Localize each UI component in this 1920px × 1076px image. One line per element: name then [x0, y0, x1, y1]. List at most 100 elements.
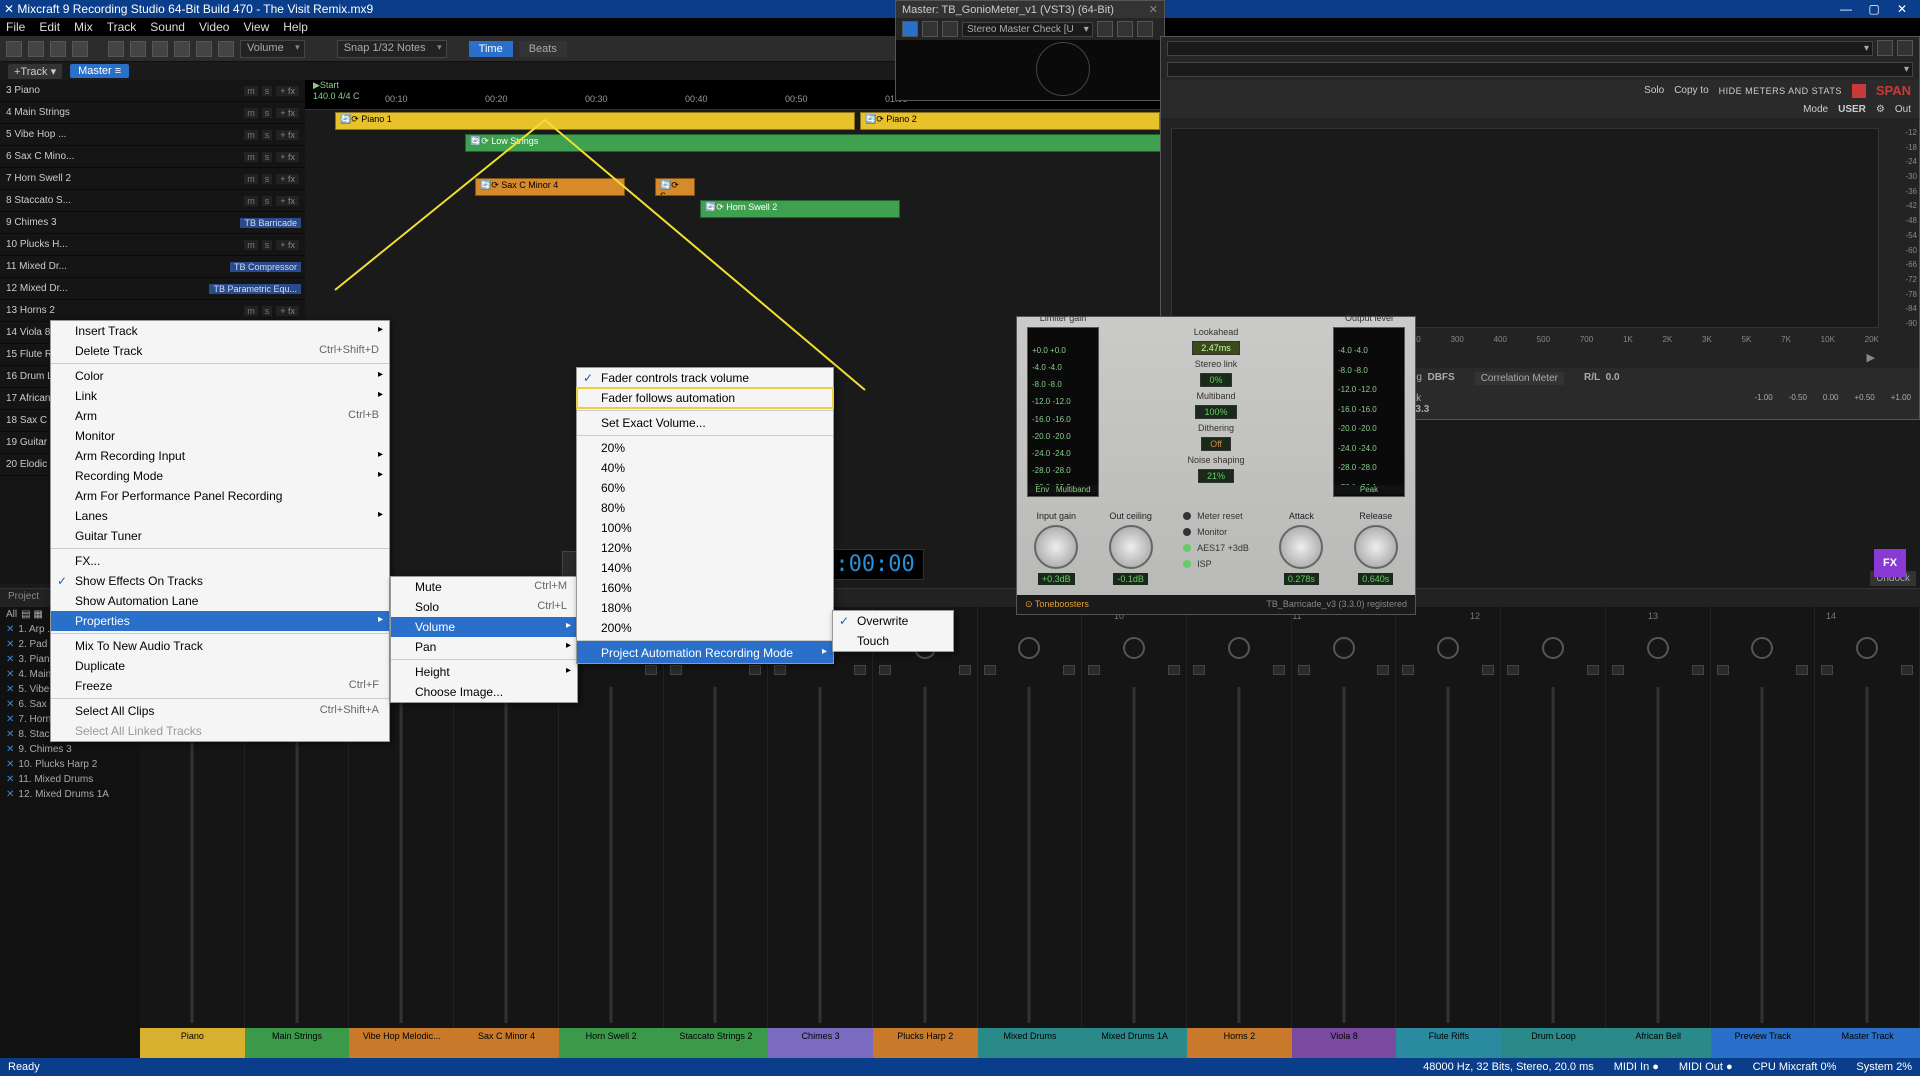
volume-fader[interactable] [504, 687, 507, 1023]
fx-slot[interactable]: + fx [276, 240, 299, 250]
menu-item[interactable]: Delete TrackCtrl+Shift+D [51, 341, 389, 361]
menu-item[interactable]: Color [51, 363, 389, 386]
strip-btn-r[interactable] [645, 665, 657, 675]
knob-dial[interactable] [1034, 525, 1078, 569]
menu-view[interactable]: View [243, 20, 269, 34]
strip-btn-l[interactable] [1507, 665, 1519, 675]
track-row[interactable]: 9 Chimes 3 m s + fxTB Barricade [0, 212, 305, 234]
mute-button[interactable]: m [244, 240, 258, 250]
link-icon[interactable] [218, 41, 234, 57]
strip-btn-l[interactable] [1821, 665, 1833, 675]
solo-button[interactable]: s [262, 130, 273, 140]
span-hide[interactable]: HIDE METERS AND STATS [1719, 86, 1842, 96]
new-icon[interactable] [6, 41, 22, 57]
menu-help[interactable]: Help [283, 20, 308, 34]
track-row[interactable]: 11 Mixed Dr... m s + fxTB Compressor [0, 256, 305, 278]
strip-label[interactable]: Mixed Drums 1A [1082, 1028, 1187, 1058]
close-icon[interactable]: ✕ [6, 684, 14, 695]
preset-b-icon[interactable] [1117, 21, 1133, 37]
menu-item[interactable]: Pan [391, 637, 577, 657]
strip-label[interactable]: Mixed Drums [978, 1028, 1083, 1058]
barricade-plugin-window[interactable]: Limiter gain +0.0 +0.0-4.0 -4.0-8.0 -8.0… [1016, 316, 1416, 615]
strip-btn-r[interactable] [1168, 665, 1180, 675]
led-icon[interactable] [1183, 512, 1191, 520]
menu-item[interactable]: Duplicate [51, 656, 389, 676]
menu-item[interactable]: 20% [577, 435, 833, 458]
strip-btn-l[interactable] [1402, 665, 1414, 675]
menu-item[interactable]: MuteCtrl+M [391, 577, 577, 597]
fx-slot[interactable]: + fx [276, 196, 299, 206]
strip-btn-r[interactable] [1796, 665, 1808, 675]
close-icon[interactable]: ✕ [6, 654, 14, 665]
strip-label[interactable]: African Bell [1606, 1028, 1711, 1058]
audio-clip[interactable]: 🔄⟳ Piano 2 [860, 112, 1160, 130]
volume-fader[interactable] [714, 687, 717, 1023]
fx-slot[interactable]: + fx [276, 152, 299, 162]
menu-item[interactable]: Fader follows automation [577, 388, 833, 408]
volume-fader[interactable] [1761, 687, 1764, 1023]
add-track-button[interactable]: +Track ▾ [8, 64, 62, 79]
mixer-list-item[interactable]: ✕12. Mixed Drums 1A [0, 787, 140, 802]
multiband-value[interactable]: 100% [1195, 405, 1236, 419]
strip-label[interactable]: Piano [140, 1028, 245, 1058]
menu-item[interactable]: Arm Recording Input [51, 446, 389, 466]
fx-slot[interactable]: + fx [276, 306, 299, 316]
redo-icon[interactable] [130, 41, 146, 57]
track-row[interactable]: 3 Piano m s + fx [0, 80, 305, 102]
next-preset-icon[interactable] [942, 21, 958, 37]
tab-beats[interactable]: Beats [519, 41, 567, 57]
menu-item[interactable]: Properties [51, 611, 389, 631]
menu-item[interactable]: Height [391, 659, 577, 682]
strip-btn-l[interactable] [879, 665, 891, 675]
led-icon[interactable] [1183, 560, 1191, 568]
save-icon[interactable] [50, 41, 66, 57]
menu-item[interactable]: Overwrite [833, 611, 953, 631]
menu-mix[interactable]: Mix [74, 20, 93, 34]
strip-label[interactable]: Plucks Harp 2 [873, 1028, 978, 1058]
menu-item[interactable]: Recording Mode [51, 466, 389, 486]
menu-item[interactable]: 100% [577, 518, 833, 538]
prev-preset-icon[interactable] [922, 21, 938, 37]
dithering-value[interactable]: Off [1201, 437, 1231, 451]
plugin-chip[interactable]: TB Compressor [230, 262, 301, 272]
menu-item[interactable]: ArmCtrl+B [51, 406, 389, 426]
fx-slot[interactable]: + fx [276, 108, 299, 118]
tab-time[interactable]: Time [469, 41, 513, 57]
volume-fader[interactable] [1237, 687, 1240, 1023]
pan-knob[interactable] [1123, 637, 1145, 659]
mute-button[interactable]: m [244, 174, 258, 184]
preset-save-icon[interactable] [1137, 21, 1153, 37]
save-as-icon[interactable] [72, 41, 88, 57]
pan-knob[interactable] [1437, 637, 1459, 659]
preset-a-icon[interactable] [1097, 21, 1113, 37]
audio-clip[interactable]: 🔄⟳ Horn Swell 2 [700, 200, 900, 218]
menu-sound[interactable]: Sound [150, 20, 185, 34]
mute-button[interactable]: m [244, 108, 258, 118]
close-icon[interactable]: ✕ [6, 759, 14, 770]
span-copy[interactable]: Copy to [1674, 85, 1708, 96]
strip-btn-r[interactable] [854, 665, 866, 675]
volume-fader[interactable] [819, 687, 822, 1023]
cut-icon[interactable] [152, 41, 168, 57]
strip-label[interactable]: Sax C Minor 4 [454, 1028, 559, 1058]
menu-item[interactable]: Show Automation Lane [51, 591, 389, 611]
menu-item[interactable]: Link [51, 386, 389, 406]
strip-btn-l[interactable] [1193, 665, 1205, 675]
track-row[interactable]: 6 Sax C Mino... m s + fx [0, 146, 305, 168]
volume-fader[interactable] [1028, 687, 1031, 1023]
close-icon[interactable]: ✕ [6, 729, 14, 740]
menu-item[interactable]: 200% [577, 618, 833, 638]
span-btn1-icon[interactable] [1877, 40, 1893, 56]
close-icon[interactable]: ✕ [6, 714, 14, 725]
menu-item[interactable]: Insert Track [51, 321, 389, 341]
filter-all[interactable]: All [6, 609, 17, 620]
mixer-strip[interactable] [1815, 607, 1920, 1028]
goniometer-plugin-window[interactable]: Master: TB_GonioMeter_v1 (VST3) (64-Bit)… [895, 0, 1165, 101]
pan-knob[interactable] [1333, 637, 1355, 659]
strip-label[interactable]: Drum Loop [1501, 1028, 1606, 1058]
audio-clip[interactable]: 🔄⟳ Low Strings [465, 134, 1165, 152]
mute-button[interactable]: m [244, 86, 258, 96]
close-icon[interactable]: ✕ [6, 639, 14, 650]
menu-item[interactable]: 80% [577, 498, 833, 518]
menu-item[interactable]: FreezeCtrl+F [51, 676, 389, 696]
